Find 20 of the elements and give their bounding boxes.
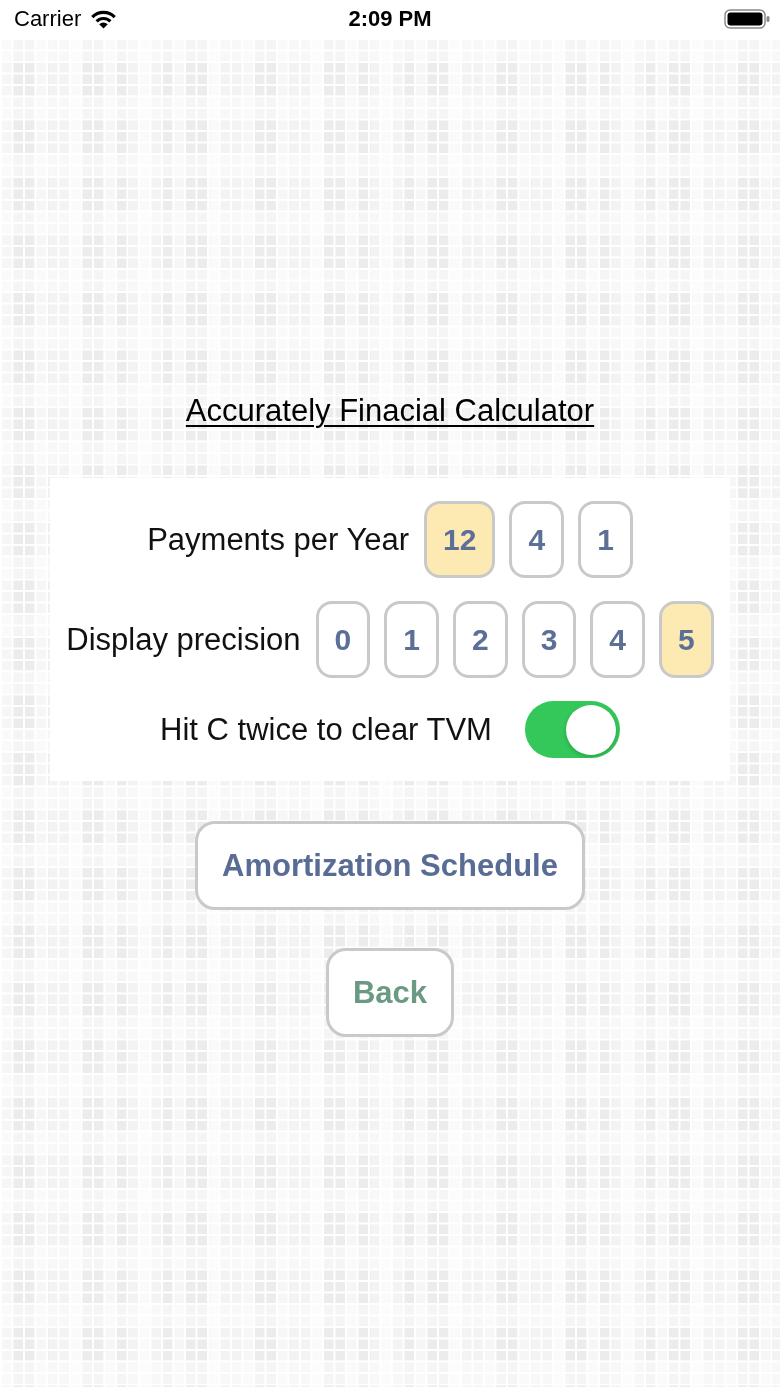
option-button[interactable]: 1 [384, 601, 439, 678]
app-title: Accurately Finacial Calculator [185, 393, 595, 429]
setting-label: Hit C twice to clear TVM [160, 710, 492, 749]
setting-label: Payments per Year [147, 520, 410, 559]
option-button[interactable]: 4 [590, 601, 646, 678]
battery-icon [724, 9, 770, 29]
setting-label: Display precision [66, 620, 301, 659]
option-button[interactable]: 1 [578, 501, 633, 578]
time-label: 2:09 PM [348, 8, 432, 30]
amortization-schedule-button[interactable]: Amortization Schedule [195, 821, 585, 910]
option-button[interactable]: 5 [659, 601, 714, 678]
option-button[interactable]: 4 [509, 501, 565, 578]
back-button[interactable]: Back [325, 948, 455, 1037]
option-button[interactable]: 2 [452, 601, 508, 678]
option-button[interactable]: 0 [315, 601, 371, 678]
wifi-icon [90, 9, 118, 29]
carrier-label: Carrier [14, 8, 82, 30]
option-button[interactable]: 12 [424, 501, 496, 578]
option-button[interactable]: 3 [521, 601, 577, 678]
toggle-switch[interactable] [524, 701, 620, 758]
